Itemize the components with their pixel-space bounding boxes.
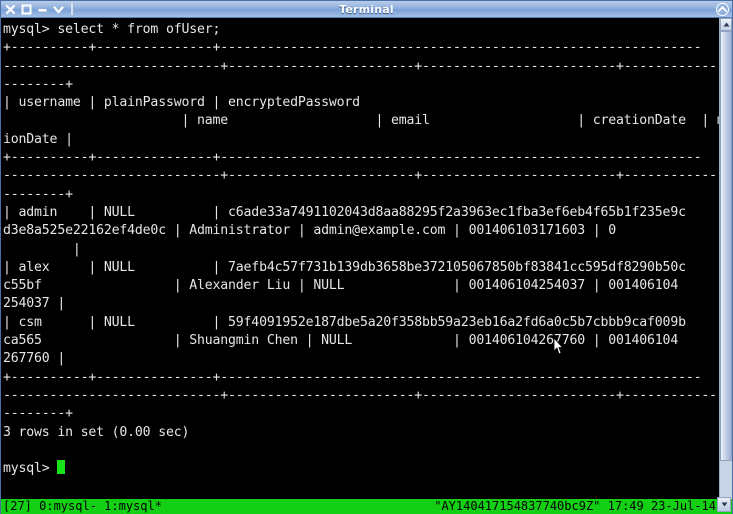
scroll-down-arrow-icon[interactable] [717,497,731,512]
terminal-screen[interactable]: mysql> select * from ofUser; +----------… [1,18,720,499]
terminal-line: d3e8a525e22162ef4de0c | Administrator | … [3,223,617,239]
terminal-line: | name | email | creationDate | modifica… [3,113,720,129]
window-controls [1,1,74,17]
terminal-line: +----------+---------------+------------… [3,369,702,385]
tmux-status-bar: [27] 0:mysql- 1:mysql* "AY14041715483774… [1,497,732,514]
vertical-scrollbar[interactable] [719,18,732,499]
terminal-line: | username | plainPassword | encryptedPa… [3,95,360,111]
terminal-line: ionDate | [3,131,73,147]
scrollbar-thumb[interactable] [720,31,732,461]
terminal-line: --------+ [3,186,73,202]
tmux-status-left[interactable]: [27] 0:mysql- 1:mysql* [3,499,162,514]
terminal-line: mysql> select * from ofUser; [3,22,221,37]
terminal-line: 254037 | [3,296,66,312]
prompt-text: mysql> [3,461,58,477]
terminal-line: | admin | NULL | c6ade33a7491102043d8aa8… [3,204,686,220]
window-titlebar[interactable]: Terminal [1,1,732,18]
scrollbar-track[interactable] [720,31,732,499]
scroll-up-arrow-icon[interactable] [720,18,732,31]
terminal-line: | [3,241,81,257]
terminal-line: ca565 | Shuangmin Chen | NULL | 00140610… [3,333,679,349]
terminal-line: 267760 | [3,351,66,367]
terminal-line: +----------+---------------+------------… [3,150,702,166]
chevron-up-icon[interactable] [714,1,731,17]
terminal-cursor [57,460,66,475]
chevron-down-icon[interactable] [52,3,65,16]
terminal-line: 3 rows in set (0.00 sec) [3,424,190,440]
minimize-icon[interactable] [36,3,49,16]
titlebar-divider [71,3,74,15]
terminal-line: +----------+---------------+------------… [3,40,702,56]
tmux-status-right: "AY140417154837740bc9Z" 17:49 23-Jul-14 [434,499,716,513]
terminal-line: --------+ [3,406,73,422]
terminal-line: --------+ [3,76,73,92]
terminal-line: ----------------------------+-----------… [3,168,719,184]
terminal-area: mysql> select * from ofUser; +----------… [1,18,732,499]
close-icon[interactable] [4,3,17,16]
terminal-line: | csm | NULL | 59f4091952e187dbe5a20f358… [3,314,686,330]
terminal-line: | alex | NULL | 7aefb4c57f731b139db3658b… [3,259,686,275]
terminal-window: Terminal mysql> select * from ofUser; +-… [0,0,733,514]
terminal-line: ----------------------------+-----------… [3,58,719,74]
terminal-prompt-line: mysql> [3,460,719,478]
terminal-line: c55bf | Alexander Liu | NULL | 001406104… [3,278,679,294]
terminal-line: ----------------------------+-----------… [3,387,719,403]
window-title: Terminal [339,2,394,16]
maximize-icon[interactable] [20,3,33,16]
